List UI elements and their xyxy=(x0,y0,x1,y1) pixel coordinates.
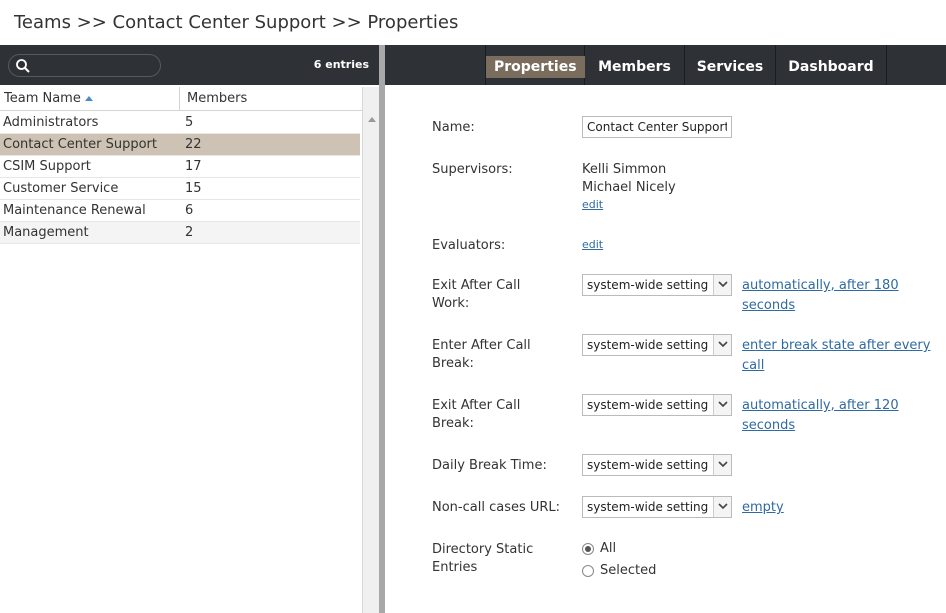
label-line: Directory Static xyxy=(432,542,534,557)
enter-acb-label: Enter After Call Break: xyxy=(432,337,531,373)
supervisor-name: Michael Nicely xyxy=(582,180,676,195)
select-value: system-wide setting xyxy=(587,278,709,292)
chevron-down-icon xyxy=(718,401,728,408)
team-members: 15 xyxy=(185,181,202,196)
name-label: Name: xyxy=(432,120,475,135)
label-line: Break: xyxy=(432,416,474,431)
chevron-down-icon xyxy=(718,503,728,510)
supervisors-label: Supervisors: xyxy=(432,162,513,177)
team-members: 6 xyxy=(185,203,194,218)
dropdown-button[interactable] xyxy=(713,275,731,295)
table-row[interactable]: CSIM Support 17 xyxy=(0,156,360,178)
evaluators-label: Evaluators: xyxy=(432,238,506,253)
tab-label: Services xyxy=(696,59,764,75)
select-value: system-wide setting xyxy=(587,398,709,412)
dropdown-button[interactable] xyxy=(713,455,731,475)
table-row-selected[interactable]: Contact Center Support 22 xyxy=(0,134,360,156)
team-name: Administrators xyxy=(3,115,99,130)
supervisor-name: Kelli Simmon xyxy=(582,162,667,177)
vertical-scrollbar[interactable] xyxy=(362,87,380,613)
search-icon xyxy=(16,59,30,73)
label-line: Enter After Call xyxy=(432,338,531,353)
radio-selected[interactable] xyxy=(582,565,594,577)
daily-break-label: Daily Break Time: xyxy=(432,458,547,473)
label-line: Break: xyxy=(432,356,474,371)
directory-static-label: Directory Static Entries xyxy=(432,541,533,577)
tab-label: Dashboard xyxy=(788,59,874,75)
entries-count: 6 entries xyxy=(313,58,369,71)
link-line: automatically, after 120 xyxy=(742,398,899,413)
exit-acb-label: Exit After Call Break: xyxy=(432,397,520,433)
label-line: Work: xyxy=(432,296,470,311)
tab-members[interactable]: Members xyxy=(585,45,685,85)
team-name: Customer Service xyxy=(3,181,119,196)
link-line: seconds xyxy=(742,298,796,313)
exit-acw-label: Exit After Call Work: xyxy=(432,277,520,313)
noncall-label: Non-call cases URL: xyxy=(432,500,561,515)
team-members: 22 xyxy=(185,137,202,152)
chevron-down-icon xyxy=(718,341,728,348)
link-line: call xyxy=(742,358,765,373)
team-name: Maintenance Renewal xyxy=(3,203,146,218)
team-name: CSIM Support xyxy=(3,159,91,174)
exit-acw-select[interactable]: system-wide setting xyxy=(582,274,732,296)
column-header-label: Members xyxy=(187,91,248,106)
table-row[interactable]: Administrators 5 xyxy=(0,112,360,134)
dropdown-button[interactable] xyxy=(713,335,731,355)
list-toolbar: 6 entries xyxy=(0,45,380,85)
select-value: system-wide setting xyxy=(587,458,709,472)
sort-ascending-icon xyxy=(84,96,93,101)
name-field[interactable] xyxy=(582,116,732,138)
enter-acb-link[interactable]: enter break state after every call xyxy=(742,336,930,376)
enter-acb-select[interactable]: system-wide setting xyxy=(582,334,732,356)
label-line: Entries xyxy=(432,560,478,575)
tab-label: Properties xyxy=(486,56,585,78)
daily-break-select[interactable]: system-wide setting xyxy=(582,454,732,476)
column-header-team-name[interactable]: Team Name xyxy=(0,87,180,111)
label-line: Exit After Call xyxy=(432,278,521,293)
supervisors-edit-link[interactable]: edit xyxy=(582,198,603,211)
noncall-link[interactable]: empty xyxy=(742,498,784,518)
scroll-up-icon[interactable] xyxy=(368,117,376,122)
radio-selected-label: Selected xyxy=(600,563,657,578)
tab-properties[interactable]: Properties xyxy=(485,45,585,85)
label-line: Exit After Call xyxy=(432,398,521,413)
radio-all[interactable] xyxy=(582,543,594,555)
select-value: system-wide setting xyxy=(587,500,709,514)
team-name: Contact Center Support xyxy=(3,137,157,152)
table-header: Team Name Members xyxy=(0,87,362,111)
chevron-down-icon xyxy=(718,461,728,468)
team-members: 5 xyxy=(185,115,194,130)
dropdown-button[interactable] xyxy=(713,497,731,517)
exit-acw-link[interactable]: automatically, after 180 seconds xyxy=(742,276,899,316)
exit-acb-link[interactable]: automatically, after 120 seconds xyxy=(742,396,899,436)
search-input[interactable] xyxy=(8,54,161,77)
noncall-select[interactable]: system-wide setting xyxy=(582,496,732,518)
chevron-down-icon xyxy=(718,281,728,288)
link-line: automatically, after 180 xyxy=(742,278,899,293)
team-list-panel: 6 entries Team Name Members Administrato… xyxy=(0,45,380,613)
team-name: Management xyxy=(3,225,89,240)
select-value: system-wide setting xyxy=(587,338,709,352)
panel-splitter[interactable] xyxy=(379,45,385,613)
link-line: enter break state after every xyxy=(742,338,931,353)
team-members: 17 xyxy=(185,159,202,174)
radio-all-label: All xyxy=(600,541,617,556)
table-row[interactable]: Customer Service 15 xyxy=(0,178,360,200)
tab-dashboard[interactable]: Dashboard xyxy=(776,45,887,85)
link-line: seconds xyxy=(742,418,796,433)
exit-acb-select[interactable]: system-wide setting xyxy=(582,394,732,416)
team-members: 2 xyxy=(185,225,194,240)
column-header-members[interactable]: Members xyxy=(181,87,362,111)
column-header-label: Team Name xyxy=(4,91,81,106)
tab-label: Members xyxy=(598,59,671,75)
tab-bar: Properties Members Services Dashboard xyxy=(385,45,946,85)
table-row[interactable]: Maintenance Renewal 6 xyxy=(0,200,360,222)
dropdown-button[interactable] xyxy=(713,395,731,415)
breadcrumb: Teams >> Contact Center Support >> Prope… xyxy=(14,12,459,33)
evaluators-edit-link[interactable]: edit xyxy=(582,238,603,251)
table-row[interactable]: Management 2 xyxy=(0,222,360,244)
tab-services[interactable]: Services xyxy=(685,45,776,85)
